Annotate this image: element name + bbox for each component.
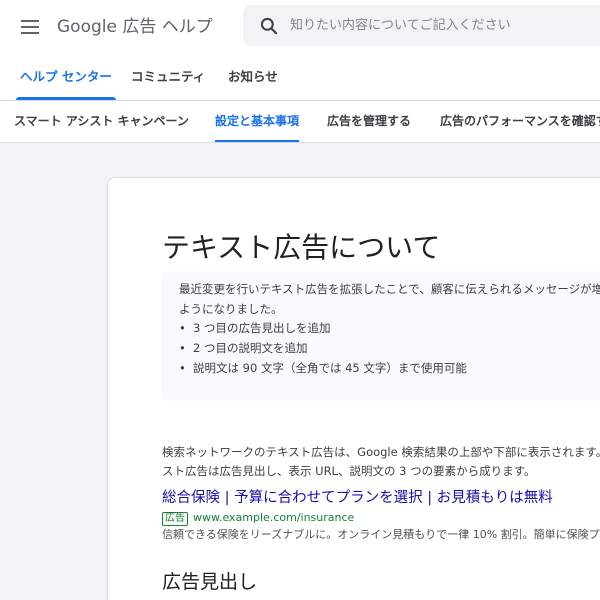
- tab-announcements[interactable]: お知らせ: [228, 54, 278, 100]
- article-title: テキスト広告について: [162, 231, 441, 264]
- help-center-page: Google 広告 ヘルプ ヘルプ センター コミュニティ お知らせ スマート …: [0, 0, 600, 600]
- example-ad-description: 信頼できる保険をリーズナブルに。オンライン見積もりで一律 10% 割引。簡単に保…: [162, 528, 600, 541]
- category-nav-tabs: スマート アシスト キャンペーン 設定と基本事項 広告を管理する 広告のパフォー…: [0, 100, 600, 143]
- list-item-text: 説明文は 90 文字（全角では 45 文字）まで使用可能: [193, 361, 467, 375]
- tab-smart-campaigns[interactable]: スマート アシスト キャンペーン: [14, 101, 189, 142]
- example-ad-url: www.example.com/insurance: [193, 511, 355, 524]
- notice-text: 最近変更を行いテキスト広告を拡張したことで、顧客に伝えられるメッセージが増えるよ…: [179, 282, 600, 316]
- list-item: • 3 つ目の広告見出しを追加: [179, 321, 331, 335]
- tab-help-center[interactable]: ヘルプ センター: [16, 54, 116, 100]
- list-item-text: 2 つ目の説明文を追加: [193, 341, 308, 355]
- update-notice: 最近変更を行いテキスト広告を拡張したことで、顧客に伝えられるメッセージが増えるよ…: [162, 271, 600, 401]
- list-item: • 説明文は 90 文字（全角では 45 文字）まで使用可能: [179, 361, 467, 375]
- tab-community[interactable]: コミュニティ: [131, 54, 205, 100]
- article-paragraph: 検索ネットワークのテキスト広告は、Google 検索結果の上部や下部に表示されま…: [162, 444, 600, 478]
- search-icon[interactable]: [259, 16, 279, 36]
- example-ad-url-line: 広告 www.example.com/insurance: [162, 510, 354, 526]
- top-app-bar: Google 広告 ヘルプ: [0, 0, 600, 54]
- product-title[interactable]: Google 広告 ヘルプ: [57, 14, 213, 40]
- search-input[interactable]: [290, 13, 590, 37]
- primary-nav-tabs: ヘルプ センター コミュニティ お知らせ: [0, 54, 600, 100]
- example-ad-headline[interactable]: 総合保険 | 予算に合わせてプランを選択 | お見積もりは無料: [162, 488, 553, 508]
- tab-ad-performance[interactable]: 広告のパフォーマンスを確認する: [440, 101, 600, 142]
- search-box[interactable]: [243, 5, 600, 46]
- list-item: • 2 つ目の説明文を追加: [179, 341, 308, 355]
- hamburger-menu-icon: [21, 20, 39, 34]
- main-menu-button[interactable]: [17, 14, 43, 40]
- tab-manage-ads[interactable]: 広告を管理する: [327, 101, 411, 142]
- list-item-text: 3 つ目の広告見出しを追加: [193, 321, 331, 335]
- article-card: テキスト広告について 最近変更を行いテキスト広告を拡張したことで、顧客に伝えられ…: [107, 177, 600, 600]
- ad-badge: 広告: [162, 512, 188, 526]
- tab-settings-basics[interactable]: 設定と基本事項: [215, 101, 300, 142]
- notice-list: • 3 つ目の広告見出しを追加 • 2 つ目の説明文を追加 • 説明文は 90 文字（…: [179, 318, 467, 378]
- section-heading: 広告見出し: [162, 571, 258, 593]
